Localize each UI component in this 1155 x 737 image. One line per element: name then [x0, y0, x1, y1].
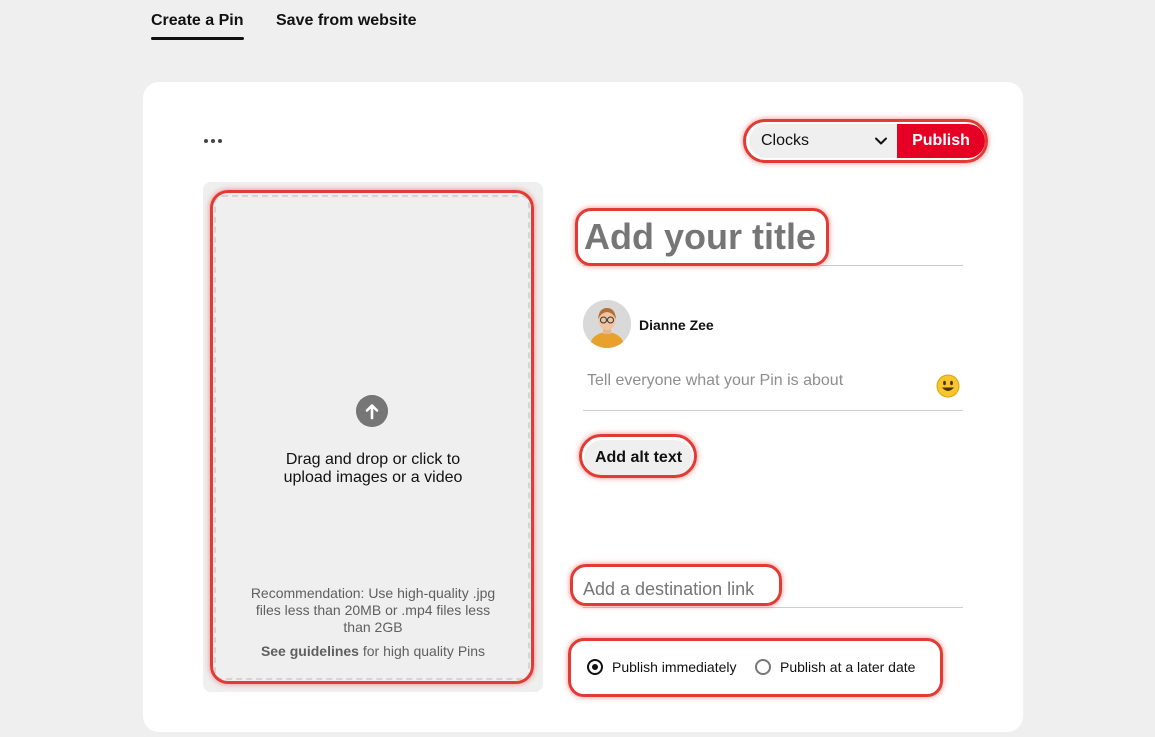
description-input[interactable]: Tell everyone what your Pin is about: [587, 372, 843, 390]
tab-save-from-website[interactable]: Save from website: [276, 12, 417, 30]
title-input[interactable]: Add your title: [584, 215, 834, 259]
board-select-value: Clocks: [761, 132, 810, 149]
create-pin-card: Clocks Publish Drag and drop or click to…: [143, 82, 1023, 732]
rec-line-3: than 2GB: [343, 619, 403, 635]
upload-dropzone[interactable]: Drag and drop or click to upload images …: [203, 182, 543, 692]
avatar-image: [583, 300, 631, 348]
radio-selected-icon[interactable]: [587, 659, 603, 675]
rec-line-1: Recommendation: Use high-quality .jpg: [250, 585, 496, 601]
see-guidelines-link[interactable]: See guidelines: [261, 643, 359, 659]
destination-link-input[interactable]: Add a destination link: [583, 579, 754, 600]
publish-button[interactable]: Publish: [897, 124, 985, 158]
upload-arrow-icon: [356, 395, 388, 427]
ellipsis-icon[interactable]: [204, 133, 228, 149]
board-publish-group: Clocks Publish: [749, 124, 985, 158]
add-alt-text-button[interactable]: Add alt text: [584, 440, 693, 476]
guidelines-text: See guidelines for high quality Pins: [223, 643, 523, 659]
radio-unselected-icon[interactable]: [755, 659, 771, 675]
board-select-dropdown[interactable]: Clocks: [749, 124, 897, 158]
tab-create-a-pin[interactable]: Create a Pin: [151, 12, 243, 30]
publish-immediately-label: Publish immediately: [612, 659, 737, 675]
rec-line-2: files less than 20MB or .mp4 files less: [255, 602, 491, 618]
avatar: [583, 300, 631, 348]
publish-immediately-option[interactable]: Publish immediately: [587, 659, 737, 675]
dot: [218, 139, 222, 143]
upload-line-1: Drag and drop or click to: [285, 451, 461, 468]
guidelines-suffix: for high quality Pins: [358, 643, 486, 659]
chevron-down-icon: [875, 137, 887, 145]
upload-instructions: Drag and drop or click to upload images …: [223, 451, 523, 487]
link-underline: [583, 607, 963, 608]
publish-later-label: Publish at a later date: [780, 659, 916, 675]
dot: [204, 139, 208, 143]
active-tab-indicator: [151, 37, 244, 40]
upload-recommendation: Recommendation: Use high-quality .jpg fi…: [223, 585, 523, 636]
title-underline: [583, 265, 963, 266]
upload-line-2: upload images or a video: [283, 469, 463, 486]
user-name: Dianne Zee: [639, 317, 714, 333]
smiley-emoji-icon[interactable]: [936, 374, 960, 398]
description-underline: [583, 410, 963, 411]
publish-later-option[interactable]: Publish at a later date: [755, 659, 915, 675]
dot: [211, 139, 215, 143]
